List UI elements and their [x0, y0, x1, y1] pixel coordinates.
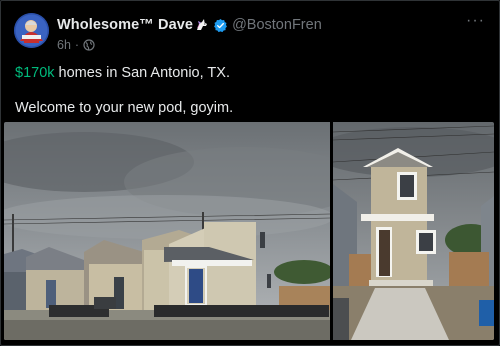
verified-badge-icon [213, 18, 228, 33]
meta-separator: · [74, 38, 80, 52]
post-meta: 6h · [57, 38, 95, 52]
avatar[interactable] [14, 13, 49, 48]
two-story-house-photo[interactable] [333, 122, 494, 340]
post-timestamp[interactable]: 6h [57, 38, 71, 52]
post-media [4, 122, 494, 340]
cashtag-link[interactable]: $170k [15, 65, 55, 81]
row-houses-photo[interactable] [4, 122, 330, 340]
post-text-line-2: Welcome to your new pod, goyim. [15, 100, 234, 116]
post-text-line-1: $170k homes in San Antonio, TX. [15, 65, 230, 81]
post-card: Wholesome™ Dave @BostonFren 6h · ··· $17… [0, 0, 500, 346]
author-display-name[interactable]: Wholesome™ Dave [57, 17, 193, 33]
avatar-icon [14, 13, 49, 48]
more-options-button[interactable]: ··· [466, 12, 485, 30]
unicorn-icon [195, 18, 209, 32]
globe-icon [83, 39, 95, 51]
post-text-line-1-rest: homes in San Antonio, TX. [54, 65, 230, 81]
author-handle[interactable]: @BostonFren [232, 17, 322, 33]
author-name-row[interactable]: Wholesome™ Dave @BostonFren [57, 17, 322, 33]
